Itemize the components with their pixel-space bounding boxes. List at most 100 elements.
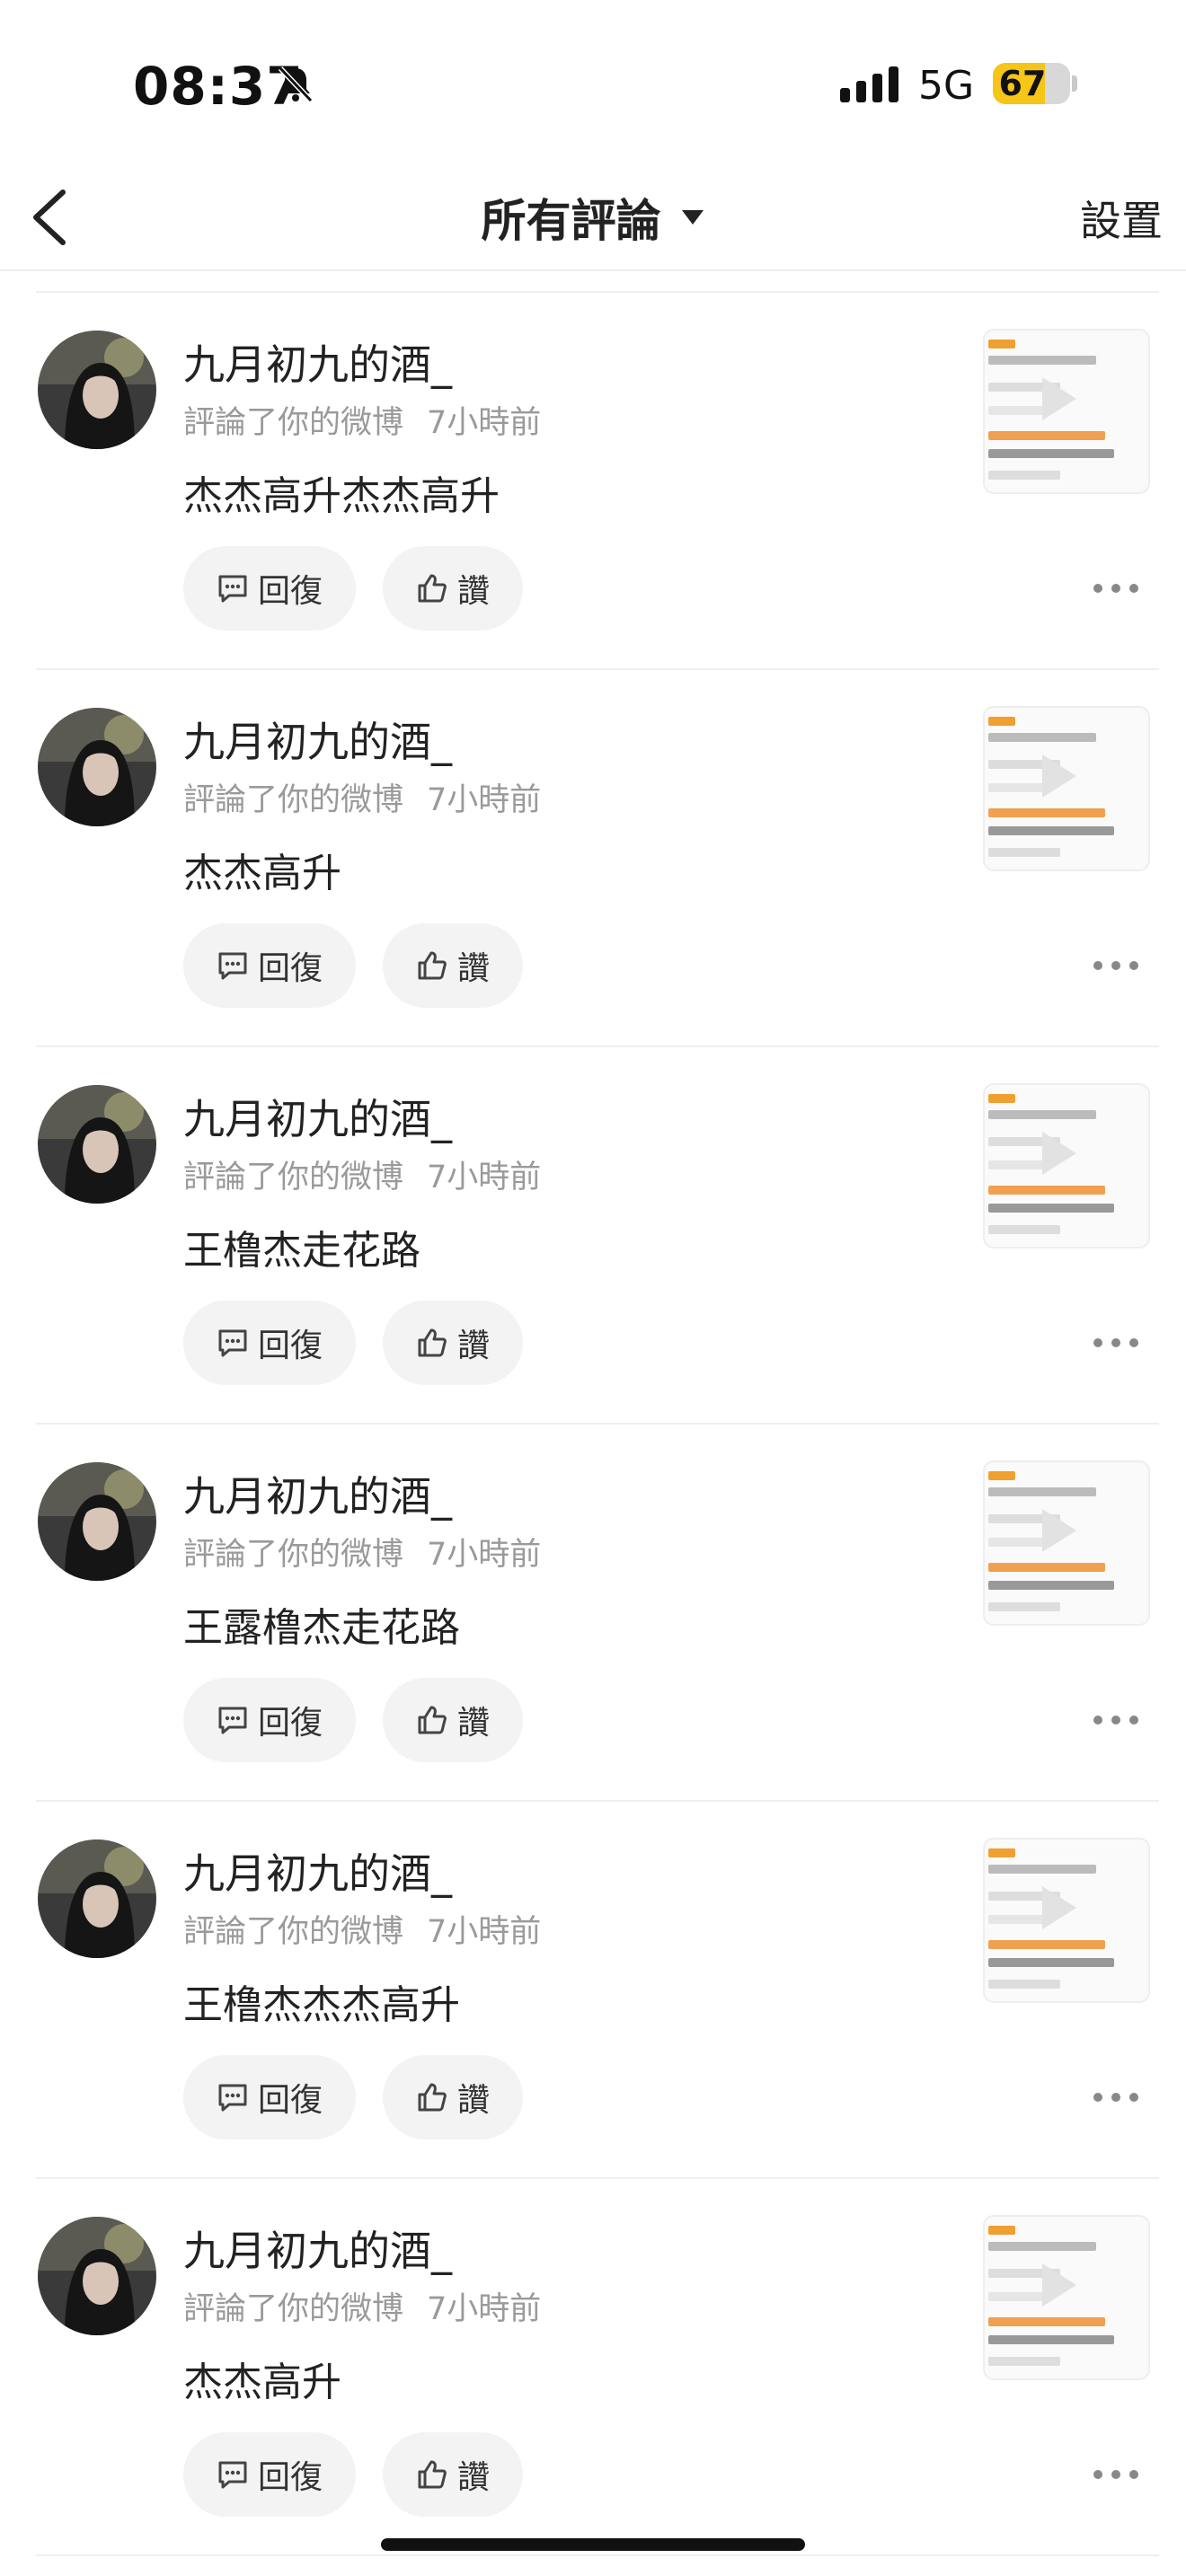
reply-button[interactable]: 回復 (183, 546, 356, 631)
page-title: 所有評論 (481, 195, 661, 247)
play-icon (1042, 2263, 1076, 2307)
post-thumbnail[interactable] (983, 2215, 1150, 2380)
comment-meta: 評論了你的微博 7小時前 (183, 1529, 541, 1575)
like-label: 讚 (456, 2459, 490, 2496)
like-label: 讚 (456, 573, 490, 610)
comment-text: 王露橹杰走花路 (183, 1605, 460, 1651)
comment-text: 杰杰高升 (183, 2360, 341, 2405)
comment-time: 7小時前 (427, 782, 542, 818)
thumbs-up-icon (418, 2083, 447, 2112)
username[interactable]: 九月初九的酒_ (183, 1087, 452, 1146)
settings-button[interactable]: 設置 (1080, 189, 1163, 248)
reply-label: 回復 (257, 573, 323, 610)
comment-bubble-icon (218, 1329, 247, 1357)
thumbs-up-icon (418, 2460, 447, 2489)
avatar[interactable] (38, 2217, 156, 2335)
comment-action: 評論了你的微博 (183, 1160, 404, 1195)
more-options-icon[interactable] (1091, 577, 1141, 600)
comment-time: 7小時前 (427, 405, 542, 441)
comment-bubble-icon (218, 575, 247, 603)
home-indicator[interactable] (381, 2538, 805, 2551)
like-label: 讚 (456, 1705, 490, 1742)
comment-action: 評論了你的微博 (183, 2291, 404, 2327)
more-options-icon[interactable] (1091, 2086, 1141, 2109)
battery-percent: 67 (998, 64, 1047, 103)
comment-bubble-icon (218, 2084, 247, 2112)
like-button[interactable]: 讚 (383, 923, 523, 1008)
username[interactable]: 九月初九的酒_ (183, 1464, 452, 1523)
comment-item: 九月初九的酒_ 評論了你的微博 7小時前 王橹杰走花路 回復 讚 (0, 1047, 1186, 1425)
comment-item: 九月初九的酒_ 評論了你的微博 7小時前 杰杰高升 回復 讚 (0, 670, 1186, 1047)
post-thumbnail[interactable] (983, 1460, 1150, 1626)
comment-item: 九月初九的酒_ 評論了你的微博 7小時前 王露橹杰走花路 回復 讚 (0, 1425, 1186, 1802)
like-button[interactable]: 讚 (383, 2432, 523, 2517)
comment-action: 評論了你的微博 (183, 1914, 404, 1950)
reply-button[interactable]: 回復 (183, 923, 356, 1008)
bell-muted-icon (278, 66, 314, 103)
reply-button[interactable]: 回復 (183, 2055, 356, 2139)
reply-button[interactable]: 回復 (183, 1301, 356, 1385)
reply-label: 回復 (257, 1705, 323, 1742)
comment-meta: 評論了你的微博 7小時前 (183, 2283, 541, 2329)
avatar[interactable] (38, 1462, 156, 1581)
play-icon (1042, 754, 1076, 798)
username[interactable]: 九月初九的酒_ (183, 332, 452, 392)
reply-label: 回復 (257, 2459, 323, 2496)
post-thumbnail[interactable] (983, 1083, 1150, 1248)
reply-button[interactable]: 回復 (183, 1678, 356, 1762)
like-button[interactable]: 讚 (383, 1301, 523, 1385)
play-icon (1042, 1509, 1076, 1552)
play-icon (1042, 1132, 1076, 1175)
more-options-icon[interactable] (1091, 2463, 1141, 2486)
comment-bubble-icon (218, 952, 247, 980)
avatar[interactable] (38, 1085, 156, 1204)
comment-meta: 評論了你的微博 7小時前 (183, 1151, 541, 1197)
comment-list: 九月初九的酒_ 評論了你的微博 7小時前 杰杰高升杰杰高升 回復 讚 九月初九的… (0, 293, 1186, 2556)
reply-label: 回復 (257, 950, 323, 987)
comment-meta: 評論了你的微博 7小時前 (183, 397, 541, 443)
battery-indicator: 67 (993, 63, 1070, 104)
post-thumbnail[interactable] (983, 329, 1150, 494)
filter-dropdown[interactable]: 所有評論 (0, 185, 1186, 250)
comment-meta: 評論了你的微博 7小時前 (183, 774, 541, 820)
status-bar: 08:37 5G 67 (0, 0, 1186, 162)
like-button[interactable]: 讚 (383, 1678, 523, 1762)
comment-bubble-icon (218, 1707, 247, 1734)
play-icon (1042, 377, 1076, 420)
top-nav-bar: 所有評論 設置 (0, 162, 1186, 271)
comment-time: 7小時前 (427, 2291, 542, 2327)
comment-item: 九月初九的酒_ 評論了你的微博 7小時前 杰杰高升 回復 讚 (0, 2179, 1186, 2556)
like-button[interactable]: 讚 (383, 2055, 523, 2139)
play-icon (1042, 1886, 1076, 1929)
post-thumbnail[interactable] (983, 1838, 1150, 2003)
comment-action: 評論了你的微博 (183, 1537, 404, 1573)
comment-meta: 評論了你的微博 7小時前 (183, 1906, 541, 1952)
comment-text: 王橹杰走花路 (183, 1228, 420, 1274)
more-options-icon[interactable] (1091, 1331, 1141, 1354)
reply-button[interactable]: 回復 (183, 2432, 356, 2517)
more-options-icon[interactable] (1091, 1708, 1141, 1732)
comment-text: 王橹杰杰杰高升 (183, 1982, 460, 2028)
comment-bubble-icon (218, 2461, 247, 2489)
username[interactable]: 九月初九的酒_ (183, 1841, 452, 1901)
comment-item: 九月初九的酒_ 評論了你的微博 7小時前 杰杰高升杰杰高升 回復 讚 (0, 293, 1186, 670)
username[interactable]: 九月初九的酒_ (183, 710, 452, 769)
like-button[interactable]: 讚 (383, 546, 523, 631)
comment-action: 評論了你的微博 (183, 782, 404, 818)
network-type: 5G (918, 63, 975, 109)
thumbs-up-icon (418, 574, 447, 603)
avatar[interactable] (38, 708, 156, 826)
like-label: 讚 (456, 1328, 490, 1364)
caret-down-icon (681, 210, 704, 225)
avatar[interactable] (38, 331, 156, 449)
username[interactable]: 九月初九的酒_ (183, 2219, 452, 2278)
reply-label: 回復 (257, 2082, 323, 2119)
comment-text: 杰杰高升 (183, 851, 341, 896)
like-label: 讚 (456, 2082, 490, 2119)
avatar[interactable] (38, 1839, 156, 1958)
more-options-icon[interactable] (1091, 954, 1141, 977)
thumbs-up-icon (418, 951, 447, 980)
comment-text: 杰杰高升杰杰高升 (183, 473, 500, 519)
post-thumbnail[interactable] (983, 706, 1150, 871)
comment-item: 九月初九的酒_ 評論了你的微博 7小時前 王橹杰杰杰高升 回復 讚 (0, 1802, 1186, 2179)
